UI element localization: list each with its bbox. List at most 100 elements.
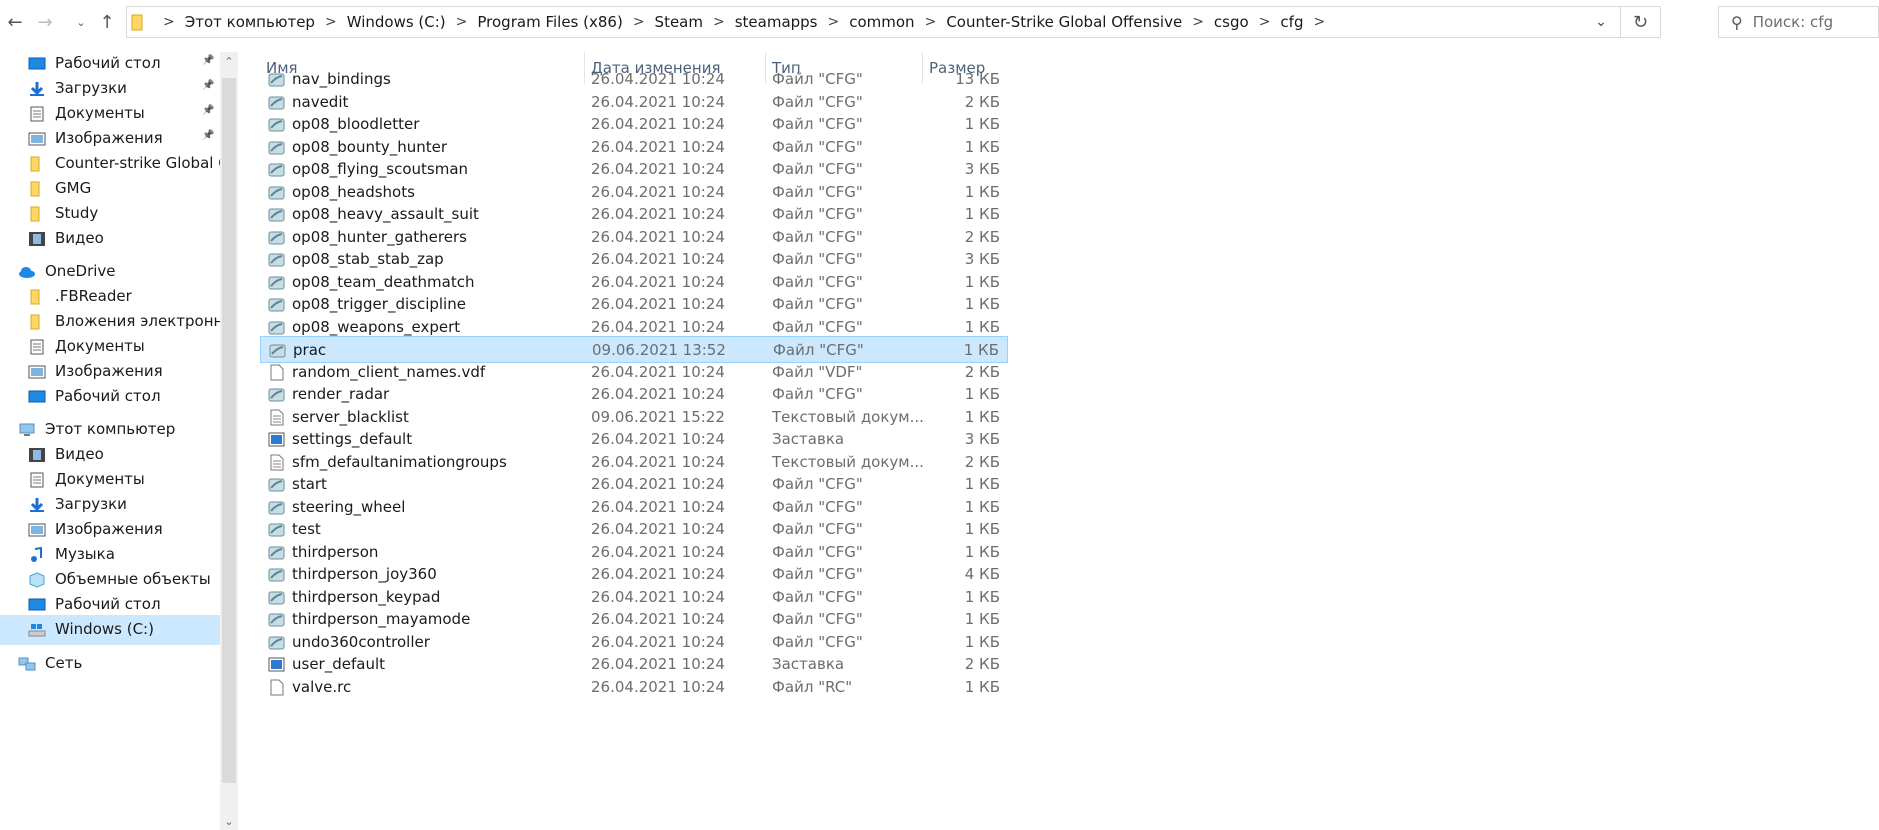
sidebar-item-label: Рабочий стол [55, 595, 161, 613]
scroll-down-icon[interactable]: ⌄ [220, 812, 238, 830]
pin-icon: 📌 [202, 105, 215, 116]
sidebar-item[interactable]: Видео [0, 224, 220, 254]
breadcrumb-item[interactable]: Program Files (x86) [477, 13, 622, 31]
breadcrumb-item[interactable]: Этот компьютер [185, 13, 315, 31]
sidebar-item-label: Документы [55, 337, 145, 355]
documents-icon [28, 472, 46, 488]
file-screensaver-icon [268, 431, 285, 448]
breadcrumb-separator-icon[interactable]: > [456, 14, 468, 30]
breadcrumb-item[interactable]: steamapps [735, 13, 818, 31]
file-size: 1 КБ [964, 520, 1000, 538]
refresh-icon[interactable]: ↻ [1620, 7, 1660, 37]
file-cfg-icon [268, 274, 285, 291]
file-size: 1 КБ [964, 385, 1000, 403]
file-type: Текстовый докум... [772, 452, 924, 471]
breadcrumb-separator-icon[interactable]: > [828, 14, 840, 30]
breadcrumb-separator-icon[interactable]: > [1259, 14, 1271, 30]
file-name: server_blacklist [292, 407, 409, 426]
pin-icon: 📌 [202, 80, 215, 91]
file-size: 1 КБ [964, 272, 1000, 291]
file-date: 26.04.2021 10:24 [591, 655, 725, 673]
file-date: 26.04.2021 10:24 [591, 317, 725, 336]
breadcrumb-item[interactable]: common [849, 13, 914, 31]
documents-icon [28, 106, 46, 122]
file-size: 3 КБ [964, 160, 1000, 178]
breadcrumb-separator-icon[interactable]: > [1313, 14, 1325, 30]
file-cfg-icon [268, 589, 285, 606]
file-date: 26.04.2021 10:24 [591, 565, 725, 583]
drive-icon [28, 622, 46, 638]
breadcrumb-item[interactable]: cfg [1280, 13, 1303, 31]
up-arrow-icon[interactable]: ↑ [96, 10, 118, 34]
pin-icon: 📌 [202, 55, 215, 66]
file-size: 1 КБ [963, 341, 999, 359]
sidebar-item-label: Музыка [55, 545, 115, 563]
file-type: Файл "CFG" [773, 341, 864, 359]
file-cfg-icon [268, 521, 285, 538]
pin-icon: 📌 [202, 130, 215, 141]
breadcrumb-separator-icon[interactable]: > [1192, 14, 1204, 30]
file-date: 26.04.2021 10:24 [591, 385, 725, 403]
file-date: 26.04.2021 10:24 [591, 497, 725, 516]
breadcrumb-separator-icon[interactable]: > [925, 14, 937, 30]
file-type: Файл "CFG" [772, 542, 863, 561]
file-size: 1 КБ [964, 205, 1000, 223]
file-type: Файл "CFG" [772, 610, 863, 628]
search-box[interactable]: ⚲ Поиск: cfg [1718, 6, 1879, 38]
forward-arrow-icon[interactable]: → [34, 10, 56, 34]
breadcrumb-item[interactable]: Windows (C:) [347, 13, 446, 31]
file-cfg-icon [268, 184, 285, 201]
videos-icon [28, 231, 46, 247]
breadcrumb-item[interactable]: csgo [1214, 13, 1249, 31]
sidebar-item-label: Рабочий стол [55, 387, 161, 405]
scroll-up-icon[interactable]: ⌃ [220, 52, 238, 70]
file-date: 26.04.2021 10:24 [591, 227, 725, 246]
scrollbar-thumb[interactable] [222, 78, 236, 783]
sidebar-item-label: Windows (C:) [55, 620, 154, 638]
file-name: op08_weapons_expert [292, 317, 461, 336]
navigation-pane-scrollbar[interactable]: ⌃ ⌄ [220, 52, 238, 830]
address-bar[interactable]: > Этот компьютер > Windows (C:) > Program Fil… [126, 6, 1661, 38]
file-type: Файл "CFG" [772, 115, 863, 133]
recent-locations-chevron-icon[interactable]: ⌄ [70, 10, 92, 34]
sidebar-item-label: Документы [55, 470, 145, 488]
file-text-icon [268, 409, 285, 426]
file-date: 26.04.2021 10:24 [591, 587, 725, 606]
file-name: op08_stab_stab_zap [292, 250, 444, 268]
file-size: 3 КБ [964, 430, 1000, 448]
breadcrumb-separator-icon[interactable]: > [713, 14, 725, 30]
address-toolbar: ← → ⌄ ↑ > Этот компьютер > Windows (C:) > Pro… [0, 0, 1879, 44]
folder-icon [28, 206, 46, 222]
file-date: 26.04.2021 10:24 [591, 92, 725, 111]
sidebar-item[interactable]: Сеть [0, 649, 220, 679]
back-arrow-icon[interactable]: ← [4, 10, 26, 34]
address-history-dropdown-icon[interactable]: ⌄ [1586, 7, 1616, 37]
file-type: Файл "CFG" [772, 92, 863, 111]
pictures-icon [28, 522, 46, 538]
file-name: op08_team_deathmatch [292, 272, 475, 291]
file-size: 4 КБ [964, 565, 1000, 583]
file-size: 1 КБ [964, 115, 1000, 133]
file-cfg-icon [268, 251, 285, 268]
breadcrumb-separator-icon[interactable]: > [325, 14, 337, 30]
file-row[interactable]: valve.rc 26.04.2021 10:24 Файл "RC" 1 КБ [260, 674, 1008, 701]
breadcrumb-separator-icon[interactable]: > [633, 14, 645, 30]
file-name: random_client_names.vdf [292, 362, 486, 381]
file-screensaver-icon [268, 656, 285, 673]
breadcrumb-separator-icon[interactable]: > [163, 14, 175, 30]
file-name: steering_wheel [292, 497, 406, 516]
file-date: 26.04.2021 10:24 [591, 632, 725, 651]
file-type: Файл "CFG" [772, 227, 863, 246]
sidebar-item[interactable]: Windows (C:) [0, 615, 220, 645]
sidebar-item-label: Документы [55, 104, 145, 122]
sidebar-item-label: Этот компьютер [45, 420, 176, 438]
breadcrumb-item[interactable]: Steam [655, 13, 703, 31]
file-date: 26.04.2021 10:24 [591, 542, 725, 561]
file-type: Файл "CFG" [772, 250, 863, 268]
file-name: valve.rc [292, 677, 352, 696]
breadcrumb-item[interactable]: Counter-Strike Global Offensive [946, 13, 1182, 31]
file-name: thirdperson_mayamode [292, 610, 471, 628]
sidebar-item[interactable]: Рабочий стол [0, 382, 220, 412]
search-input[interactable]: Поиск: cfg [1753, 13, 1833, 31]
music-icon [28, 546, 46, 563]
